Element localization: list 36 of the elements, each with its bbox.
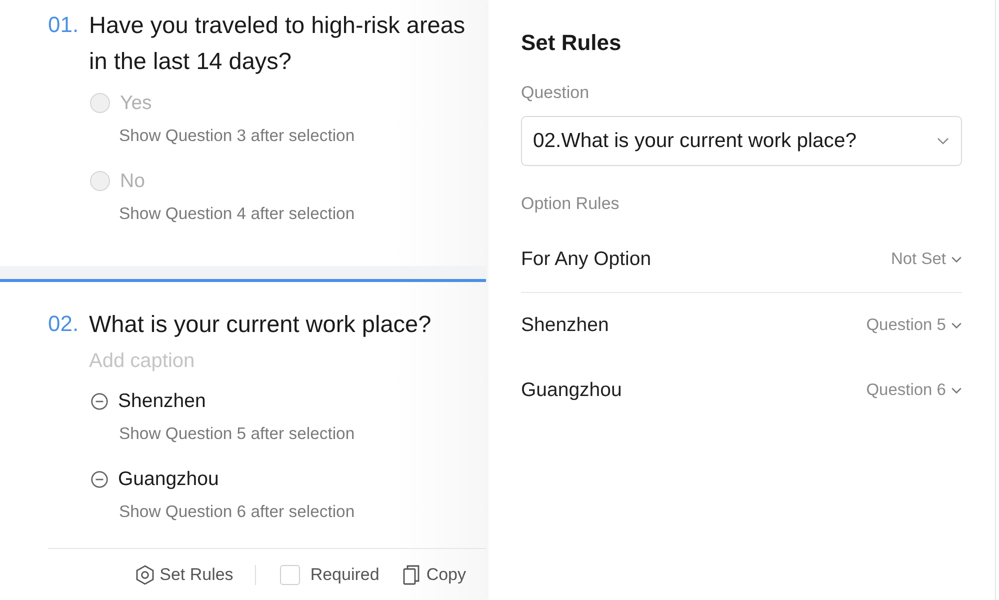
question-card[interactable]: 02. What is your current work place? Add caption Shenzhen Show Question 5 after selection Guangzhou Show Question 6 after selection Set Rules Required Copy xyxy=(0,279,486,600)
option-rule-text: Show Question 4 after selection xyxy=(118,203,356,225)
option-rules-label: Option Rules xyxy=(521,193,620,215)
minus-circle-icon[interactable] xyxy=(91,470,108,488)
option-label: Guangzhou xyxy=(118,467,219,491)
hexagon-icon xyxy=(136,564,154,584)
required-label[interactable]: Required xyxy=(310,564,380,584)
rule-option-label: For Any Option xyxy=(521,248,652,270)
required-checkbox[interactable] xyxy=(280,564,300,584)
chevron-down-icon xyxy=(951,322,962,329)
panel-title: Set Rules xyxy=(521,29,622,57)
copy-icon xyxy=(403,564,420,584)
chevron-down-icon xyxy=(951,256,962,262)
set-rules-button[interactable]: Set Rules xyxy=(136,564,234,584)
chevron-down-icon xyxy=(937,137,949,145)
question-title: Have you traveled to high-risk areas in the last 14 days? xyxy=(89,11,466,76)
question-card[interactable]: 01. Have you traveled to high-risk areas in the last 14 days? Yes Show Question 3 after selection No Show Question 4 after selection xyxy=(0,0,486,266)
option-label: No xyxy=(120,169,145,193)
chevron-down-icon xyxy=(951,387,962,394)
option-label: Shenzhen xyxy=(118,389,206,413)
caption-field[interactable]: Add caption xyxy=(89,349,201,373)
question-number: 01. xyxy=(48,11,80,39)
copy-button[interactable]: Copy xyxy=(403,564,466,584)
option-rule-text: Show Question 3 after selection xyxy=(118,125,356,147)
option-label: Yes xyxy=(120,91,152,115)
minus-circle-icon[interactable] xyxy=(91,392,108,410)
rule-option-label: Shenzhen xyxy=(521,314,609,337)
question-title: What is your current work place? xyxy=(89,310,432,339)
question-select[interactable]: 02.What is your current work place? xyxy=(521,116,962,166)
radio-button[interactable] xyxy=(90,93,110,113)
rule-option-label: Guangzhou xyxy=(521,379,622,402)
option-rule-text: Show Question 5 after selection xyxy=(118,423,356,445)
radio-button[interactable] xyxy=(90,171,110,191)
question-number: 02. xyxy=(48,310,80,338)
question-label: Question xyxy=(521,82,590,104)
option-rule-text: Show Question 6 after selection xyxy=(118,501,356,523)
